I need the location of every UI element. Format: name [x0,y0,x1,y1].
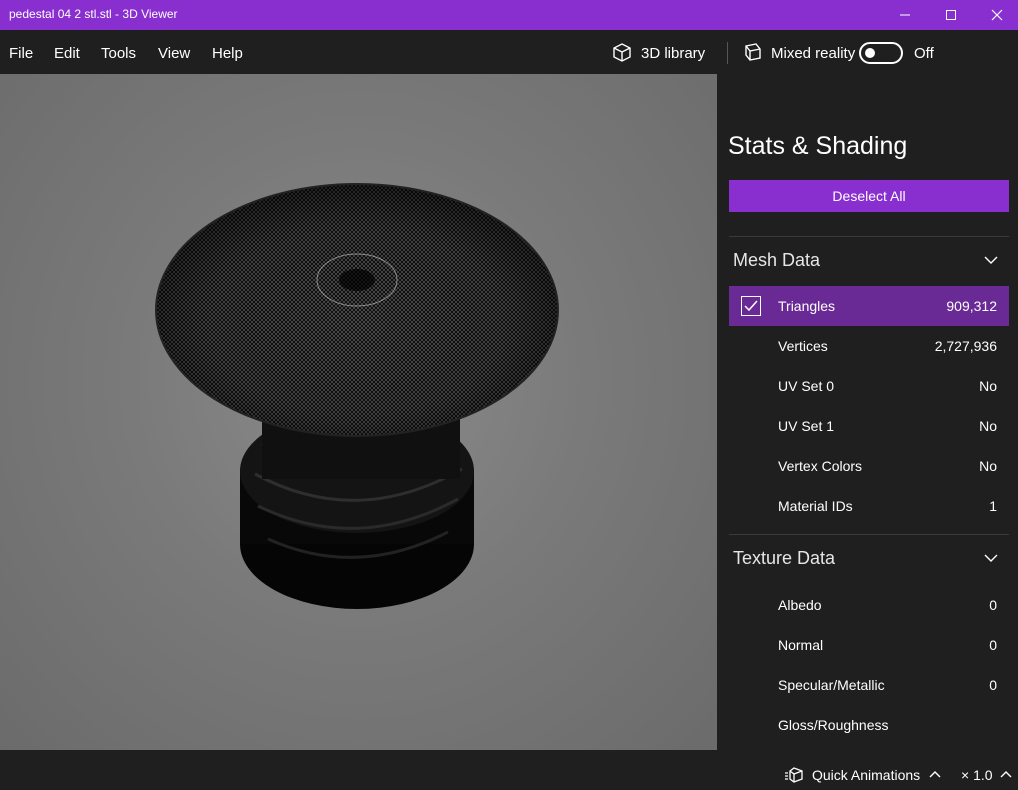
texture-row-normal[interactable]: Normal 0 [729,625,1009,665]
pedestal-model [155,183,559,609]
row-label: UV Set 0 [778,378,835,394]
row-value: No [979,458,997,474]
chevron-down-icon[interactable] [983,552,999,564]
checkmark-icon [744,300,758,312]
row-value: No [979,418,997,434]
mesh-row-triangles[interactable]: Triangles 909,312 [729,286,1009,326]
menu-edit[interactable]: Edit [54,45,80,62]
mesh-row-material-ids[interactable]: Material IDs 1 [729,486,1009,526]
chevron-up-icon[interactable] [999,768,1013,780]
mesh-row-vertices[interactable]: Vertices 2,727,936 [729,326,1009,366]
mixed-reality-icon [745,43,761,61]
chevron-down-icon[interactable] [983,254,999,266]
window-title: pedestal 04 2 stl.stl - 3D Viewer [9,7,178,21]
chevron-up-icon[interactable] [928,768,942,780]
mesh-row-uv-set-0[interactable]: UV Set 0 No [729,366,1009,406]
row-value: 909,312 [946,298,997,314]
texture-row-specular-metallic[interactable]: Specular/Metallic 0 [729,665,1009,705]
row-value: 0 [989,637,997,653]
menu-tools[interactable]: Tools [101,45,136,62]
texture-row-gloss-roughness[interactable]: Gloss/Roughness [729,705,1009,745]
row-label: Triangles [778,298,836,314]
row-label: Specular/Metallic [778,677,885,693]
maximize-button[interactable] [928,0,974,30]
checkbox[interactable] [741,296,761,316]
menu-help[interactable]: Help [212,45,243,62]
row-value: 1 [989,498,997,514]
3d-library-label: 3D library [641,44,706,62]
animation-icon[interactable] [784,766,806,784]
deselect-all-button[interactable]: Deselect All [729,180,1009,212]
mesh-data-header[interactable]: Mesh Data [733,250,820,271]
mixed-reality-toggle[interactable] [859,42,903,64]
title-bar: pedestal 04 2 stl.stl - 3D Viewer [0,0,1018,30]
mixed-reality-label: Mixed reality [771,45,856,62]
row-value: 2,727,936 [934,338,997,354]
toggle-knob [865,48,875,58]
panel-title: Stats & Shading [728,132,908,160]
close-button[interactable] [974,0,1018,30]
row-label: Albedo [778,597,822,613]
animation-speed[interactable]: × 1.0 [961,767,993,783]
mixed-reality-state: Off [914,45,934,62]
minimize-icon [900,14,910,16]
stats-panel: Stats & Shading Deselect All Mesh Data T… [717,74,1018,750]
3d-library-button[interactable]: 3D library [611,40,705,66]
menu-view[interactable]: View [158,45,190,62]
row-label: Vertex Colors [778,458,863,474]
3d-viewport[interactable] [0,74,717,750]
menu-file[interactable]: File [9,45,33,62]
close-icon [991,9,1003,21]
section-divider [729,236,1009,237]
row-value: 0 [989,677,997,693]
row-label: Normal [778,637,824,653]
row-label: Gloss/Roughness [778,717,889,733]
row-value: 0 [989,597,997,613]
texture-row-albedo[interactable]: Albedo 0 [729,585,1009,625]
row-value: No [979,378,997,394]
row-label: Material IDs [778,498,853,514]
mesh-row-uv-set-1[interactable]: UV Set 1 No [729,406,1009,446]
cube-icon [613,43,631,62]
section-divider [729,534,1009,535]
mesh-row-vertex-colors[interactable]: Vertex Colors No [729,446,1009,486]
toolbar-divider [727,42,728,64]
row-label: UV Set 1 [778,418,835,434]
minimize-button[interactable] [882,0,928,30]
quick-animations-button[interactable]: Quick Animations [812,767,920,783]
texture-data-header[interactable]: Texture Data [733,548,835,569]
maximize-icon [946,10,956,20]
row-label: Vertices [778,338,828,354]
